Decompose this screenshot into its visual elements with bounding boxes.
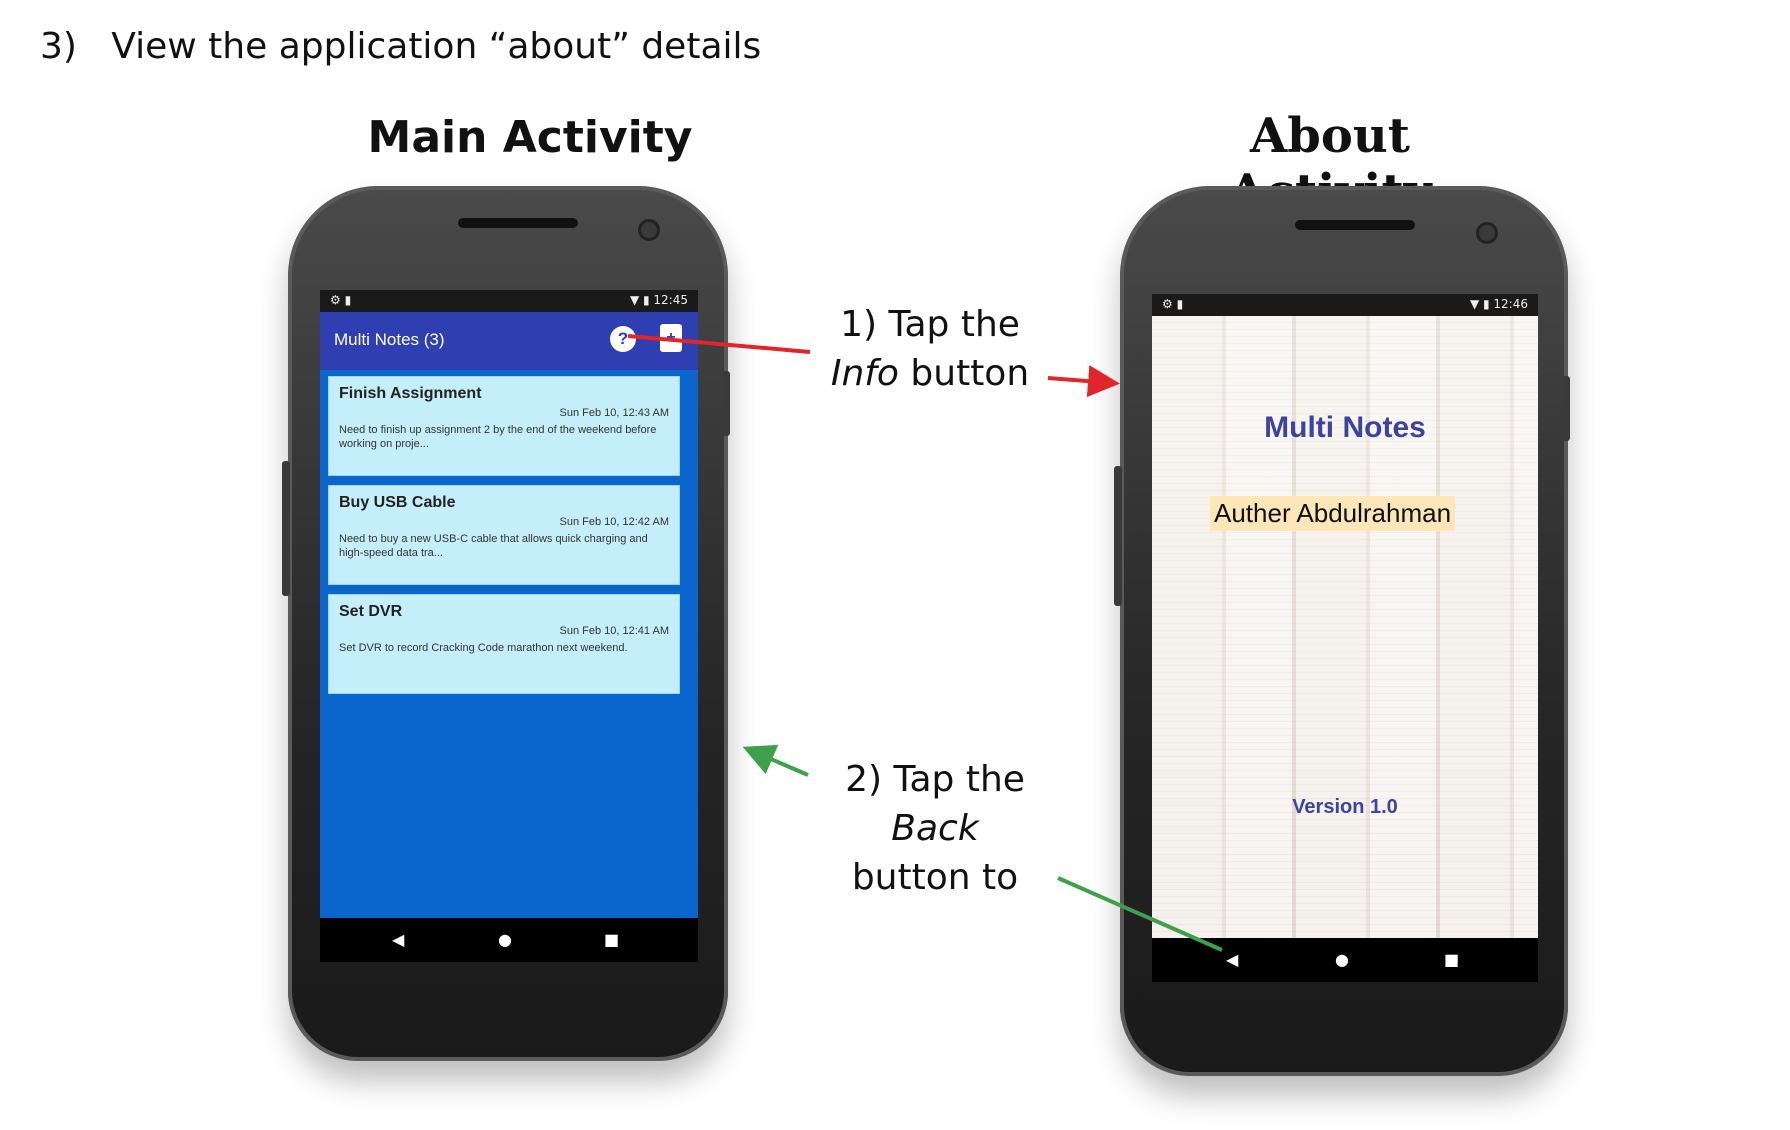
about-version: Version 1.0	[1292, 796, 1398, 818]
about-app-name: Multi Notes	[1264, 411, 1426, 444]
arrow-overlay	[627, 334, 1223, 952]
back-arrow	[742, 744, 809, 777]
back-pointer-line	[1057, 876, 1223, 952]
about-author: Auther Abdulrahman	[1210, 496, 1456, 531]
info-pointer-line	[627, 334, 811, 354]
info-arrow	[1047, 365, 1120, 398]
